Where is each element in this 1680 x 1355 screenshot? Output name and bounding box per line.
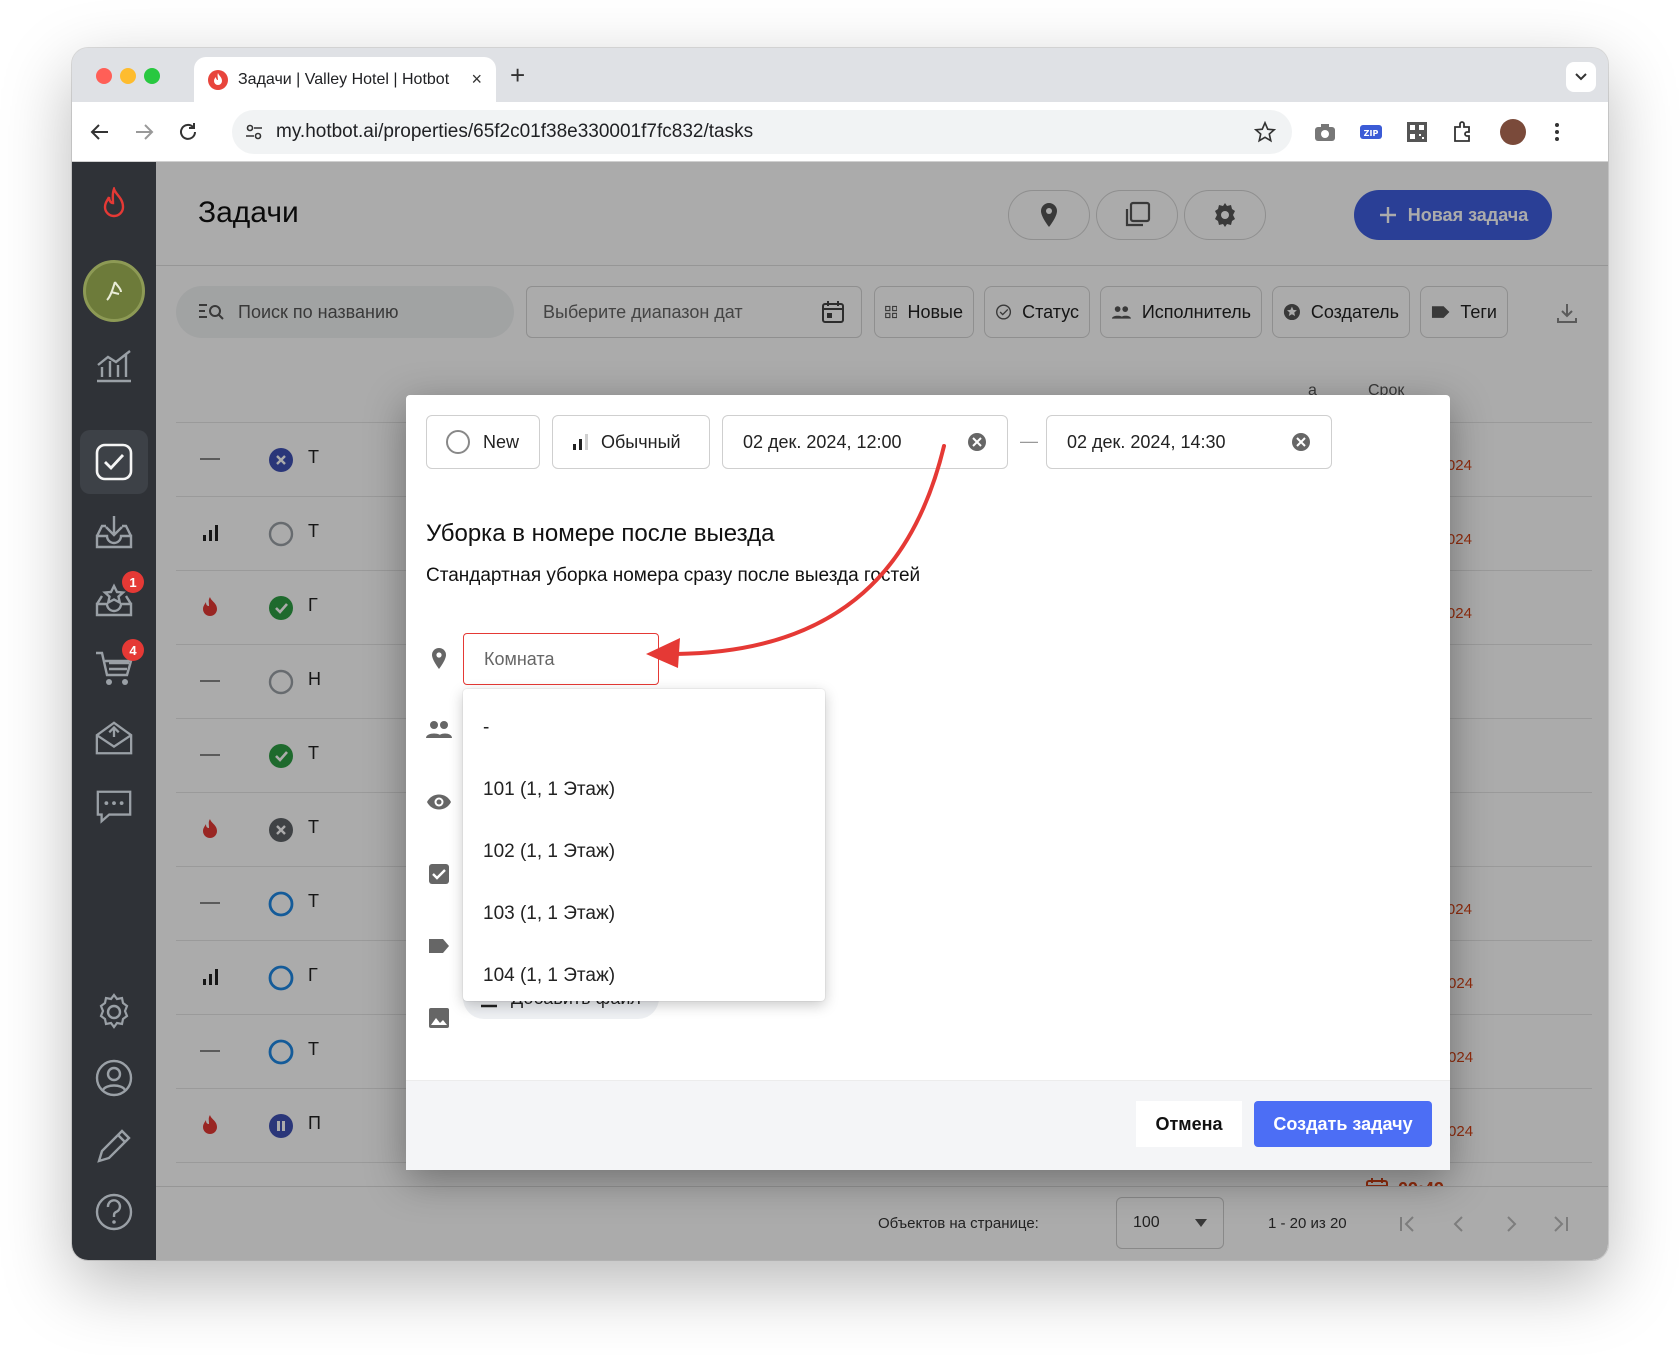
tab-strip: Задачи | Valley Hotel | Hotbot × + (72, 48, 1608, 102)
close-window-button[interactable] (96, 68, 112, 84)
user-profile-icon[interactable] (94, 1058, 134, 1098)
room-option[interactable]: - (463, 697, 825, 759)
browser-tab[interactable]: Задачи | Valley Hotel | Hotbot × (194, 57, 496, 102)
mail-outbox-icon[interactable] (94, 718, 134, 758)
new-tab-button[interactable]: + (510, 60, 525, 91)
room-location-icon (426, 646, 452, 672)
browser-toolbar: my.hotbot.ai/properties/65f2c01f38e33000… (72, 102, 1608, 162)
attachment-image-icon (426, 1005, 452, 1031)
browser-menu-icon[interactable] (1544, 119, 1570, 145)
inbox-stars-badge: 1 (122, 571, 144, 593)
clear-end-date-icon[interactable] (1291, 432, 1311, 452)
hotbot-favicon-icon (208, 69, 228, 90)
start-datetime-value: 02 дек. 2024, 12:00 (743, 431, 902, 452)
site-settings-icon[interactable] (244, 122, 264, 142)
pencil-edit-icon[interactable] (94, 1126, 134, 1166)
hotbot-app: 1 4 Задачи Новая задача Поиск по названи… (72, 162, 1608, 1260)
help-question-icon[interactable] (94, 1192, 134, 1232)
cart-badge: 4 (122, 639, 144, 661)
room-select-input[interactable]: Комната (463, 633, 659, 685)
end-datetime-value: 02 дек. 2024, 14:30 (1067, 431, 1226, 452)
cancel-button[interactable]: Отмена (1136, 1101, 1242, 1147)
tab-close-icon[interactable]: × (471, 69, 482, 90)
maximize-window-button[interactable] (144, 68, 160, 84)
minimize-window-button[interactable] (120, 68, 136, 84)
back-arrow-icon[interactable] (88, 120, 112, 144)
tasks-checkbox-icon[interactable] (94, 442, 134, 482)
status-empty-circle-icon (446, 430, 470, 454)
bookmark-star-icon[interactable] (1254, 121, 1276, 143)
reload-icon[interactable] (176, 120, 200, 144)
room-option[interactable]: 104 (1, 1 Этаж) (463, 945, 825, 1007)
clear-start-date-icon[interactable] (967, 432, 987, 452)
status-label: New (483, 431, 520, 452)
room-option[interactable]: 103 (1, 1 Этаж) (463, 883, 825, 945)
tab-title: Задачи | Valley Hotel | Hotbot (238, 70, 450, 88)
priority-bars-icon (573, 434, 588, 450)
create-task-button[interactable]: Создать задачу (1254, 1101, 1432, 1147)
chat-bubble-icon[interactable] (94, 786, 134, 826)
hotel-avatar[interactable] (83, 260, 145, 322)
priority-label: Обычный (601, 431, 681, 452)
camera-extension-icon[interactable] (1312, 119, 1338, 145)
forward-arrow-icon[interactable] (132, 120, 156, 144)
room-dropdown-menu: - 101 (1, 1 Этаж) 102 (1, 1 Этаж) 103 (1… (463, 689, 825, 1001)
room-placeholder: Комната (484, 648, 555, 669)
analytics-icon[interactable] (94, 346, 134, 386)
profile-avatar[interactable] (1500, 119, 1526, 145)
hotbot-logo-icon[interactable] (94, 184, 134, 224)
end-datetime-field[interactable]: 02 дек. 2024, 14:30 (1046, 415, 1332, 469)
room-option[interactable]: 101 (1, 1 Этаж) (463, 759, 825, 821)
checklist-checkbox-icon (426, 861, 452, 887)
tab-search-button[interactable] (1566, 62, 1596, 92)
puzzle-extensions-icon[interactable] (1450, 119, 1476, 145)
date-range-separator: — (1020, 431, 1038, 451)
room-option[interactable]: 102 (1, 1 Этаж) (463, 821, 825, 883)
inbox-download-icon[interactable] (94, 512, 134, 552)
hotel-logo-icon (106, 281, 122, 301)
watchers-eye-icon (426, 789, 452, 815)
task-description-input[interactable]: Стандартная уборка номера сразу после вы… (426, 565, 920, 587)
qr-code-extension-icon[interactable] (1404, 119, 1430, 145)
tags-label-icon (426, 933, 452, 959)
url-text: my.hotbot.ai/properties/65f2c01f38e33000… (276, 121, 754, 142)
task-title-input[interactable]: Уборка в номере после выезда (426, 520, 774, 548)
browser-window: Задачи | Valley Hotel | Hotbot × + my.ho… (72, 48, 1608, 1260)
status-selector[interactable]: New (426, 415, 540, 469)
main-content: Задачи Новая задача Поиск по названию Вы… (156, 162, 1608, 1260)
start-datetime-field[interactable]: 02 дек. 2024, 12:00 (722, 415, 1008, 469)
chevron-down-icon (1575, 73, 1587, 81)
settings-gear-icon[interactable] (94, 992, 134, 1032)
zip-extension-icon[interactable]: ZIP (1358, 119, 1384, 145)
sidebar: 1 4 (72, 162, 156, 1260)
dialog-footer: Отмена Создать задачу (406, 1080, 1450, 1170)
svg-text:ZIP: ZIP (1364, 129, 1379, 138)
address-bar[interactable]: my.hotbot.ai/properties/65f2c01f38e33000… (232, 110, 1292, 154)
priority-selector[interactable]: Обычный (552, 415, 710, 469)
assignees-people-icon (426, 716, 452, 742)
